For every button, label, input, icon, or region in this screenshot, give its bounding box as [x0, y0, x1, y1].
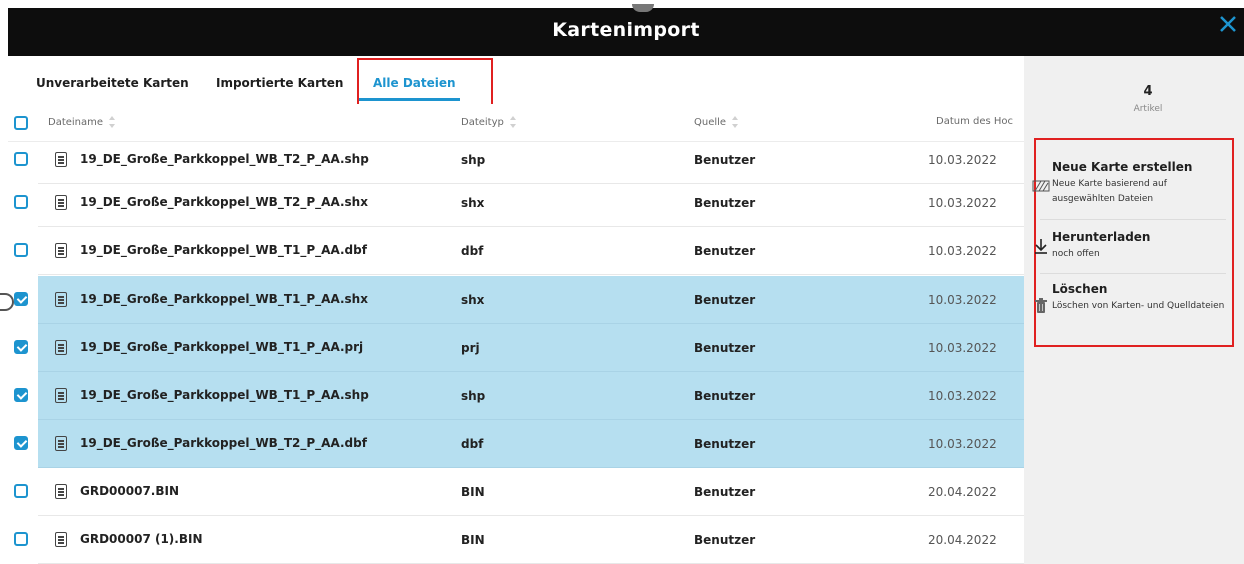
file-source: Benutzer	[694, 196, 756, 210]
table-row[interactable]: 19_DE_Große_Parkkoppel_WB_T2_P_AA.shp sh…	[8, 136, 1024, 184]
row-checkbox[interactable]	[14, 388, 28, 402]
file-icon	[55, 484, 67, 499]
download-action[interactable]: Herunterladen noch offen	[1035, 230, 1226, 270]
column-source-label: Quelle	[694, 116, 727, 128]
file-icon	[55, 292, 67, 307]
file-name: GRD00007.BIN	[80, 484, 180, 498]
table-row[interactable]: 19_DE_Große_Parkkoppel_WB_T2_P_AA.shx sh…	[8, 179, 1024, 227]
file-name: 19_DE_Große_Parkkoppel_WB_T1_P_AA.dbf	[80, 243, 367, 257]
file-source: Benutzer	[694, 485, 756, 499]
close-icon[interactable]	[1214, 10, 1242, 38]
create-map-description: Neue Karte basierend auf ausgewählten Da…	[1052, 179, 1167, 204]
file-type: prj	[461, 341, 480, 355]
file-type: shx	[461, 196, 485, 210]
download-description: noch offen	[1052, 249, 1100, 259]
row-checkbox[interactable]	[14, 436, 28, 450]
file-type: BIN	[461, 533, 485, 547]
file-date: 10.03.2022	[928, 437, 997, 451]
download-icon	[1035, 239, 1047, 254]
file-date: 10.03.2022	[928, 341, 997, 355]
title-bar: Kartenimport	[8, 4, 1244, 56]
row-checkbox[interactable]	[14, 532, 28, 546]
file-name: 19_DE_Große_Parkkoppel_WB_T1_P_AA.shx	[80, 292, 368, 306]
tab-imported-maps[interactable]: Importierte Karten	[216, 76, 343, 90]
file-source: Benutzer	[694, 341, 756, 355]
column-filetype-label: Dateityp	[461, 116, 504, 128]
column-source[interactable]: Quelle	[694, 116, 739, 128]
file-type: shp	[461, 389, 486, 403]
row-checkbox[interactable]	[14, 292, 28, 306]
file-name: 19_DE_Große_Parkkoppel_WB_T2_P_AA.shp	[80, 152, 369, 166]
file-date: 10.03.2022	[928, 293, 997, 307]
column-filename[interactable]: Dateiname	[48, 116, 116, 128]
file-name: 19_DE_Große_Parkkoppel_WB_T2_P_AA.shx	[80, 195, 368, 209]
file-type: dbf	[461, 244, 484, 258]
file-date: 10.03.2022	[928, 196, 997, 210]
table-row[interactable]: 19_DE_Große_Parkkoppel_WB_T1_P_AA.shp sh…	[8, 372, 1024, 420]
file-type: dbf	[461, 437, 484, 451]
file-date: 10.03.2022	[928, 389, 997, 403]
create-map-title: Neue Karte erstellen	[1052, 160, 1193, 174]
file-source: Benutzer	[694, 533, 756, 547]
file-source: Benutzer	[694, 153, 756, 167]
selected-count: 4	[1143, 84, 1153, 99]
file-name: 19_DE_Große_Parkkoppel_WB_T1_P_AA.prj	[80, 340, 364, 354]
action-divider	[1040, 219, 1226, 220]
row-checkbox[interactable]	[14, 243, 28, 257]
table-row[interactable]: 19_DE_Große_Parkkoppel_WB_T2_P_AA.dbf db…	[8, 420, 1024, 468]
file-date: 10.03.2022	[928, 153, 997, 167]
file-name: 19_DE_Große_Parkkoppel_WB_T2_P_AA.dbf	[80, 436, 367, 450]
file-name: 19_DE_Große_Parkkoppel_WB_T1_P_AA.shp	[80, 388, 369, 402]
sort-icon[interactable]	[732, 116, 739, 128]
sort-icon[interactable]	[109, 116, 116, 128]
file-date: 10.03.2022	[928, 244, 997, 258]
tab-bar: Unverarbeitete Karten Importierte Karten…	[8, 56, 1024, 104]
file-icon	[55, 436, 67, 451]
file-icon	[55, 243, 67, 258]
sort-icon[interactable]	[509, 116, 516, 128]
column-date[interactable]: Datum des Hoc	[936, 116, 1013, 127]
file-icon	[55, 152, 67, 167]
table-row[interactable]: 19_DE_Große_Parkkoppel_WB_T1_P_AA.dbf db…	[8, 227, 1024, 275]
file-type: shp	[461, 153, 486, 167]
column-filename-label: Dateiname	[48, 116, 104, 128]
file-icon	[55, 388, 67, 403]
file-type: shx	[461, 293, 485, 307]
table-row[interactable]: 19_DE_Große_Parkkoppel_WB_T1_P_AA.prj pr…	[8, 324, 1024, 372]
file-icon	[55, 340, 67, 355]
select-all-checkbox[interactable]	[14, 116, 28, 130]
delete-title: Löschen	[1052, 282, 1108, 296]
row-checkbox[interactable]	[14, 195, 28, 209]
row-checkbox[interactable]	[14, 484, 28, 498]
create-map-action[interactable]: Neue Karte erstellen Neue Karte basieren…	[1032, 160, 1226, 210]
table-row[interactable]: GRD00007.BIN BIN Benutzer 20.04.2022	[8, 468, 1024, 516]
delete-action[interactable]: Löschen Löschen von Karten- und Quelldat…	[1035, 282, 1226, 332]
file-source: Benutzer	[694, 389, 756, 403]
tab-unprocessed-maps[interactable]: Unverarbeitete Karten	[36, 76, 189, 90]
file-name: GRD00007 (1).BIN	[80, 532, 203, 546]
delete-description: Löschen von Karten- und Quelldateien	[1052, 301, 1225, 311]
file-source: Benutzer	[694, 293, 756, 307]
file-date: 20.04.2022	[928, 533, 997, 547]
row-background	[38, 468, 1024, 516]
action-divider	[1040, 273, 1226, 274]
row-checkbox[interactable]	[14, 152, 28, 166]
column-filetype[interactable]: Dateityp	[461, 116, 516, 128]
file-icon	[55, 195, 67, 210]
window-title: Kartenimport	[552, 19, 700, 41]
column-date-label: Datum des Hoc	[936, 116, 1014, 127]
file-type: BIN	[461, 485, 485, 499]
table-row[interactable]: GRD00007 (1).BIN BIN Benutzer 20.04.2022	[8, 516, 1024, 564]
download-title: Herunterladen	[1052, 230, 1151, 244]
table-row[interactable]: 19_DE_Große_Parkkoppel_WB_T1_P_AA.shx sh…	[8, 276, 1024, 324]
row-checkbox[interactable]	[14, 340, 28, 354]
file-date: 20.04.2022	[928, 485, 997, 499]
trash-icon	[1035, 298, 1047, 313]
file-icon	[55, 532, 67, 547]
map-layers-icon	[1032, 180, 1050, 192]
selected-count-label: Artikel	[1133, 104, 1163, 114]
file-source: Benutzer	[694, 437, 756, 451]
file-source: Benutzer	[694, 244, 756, 258]
